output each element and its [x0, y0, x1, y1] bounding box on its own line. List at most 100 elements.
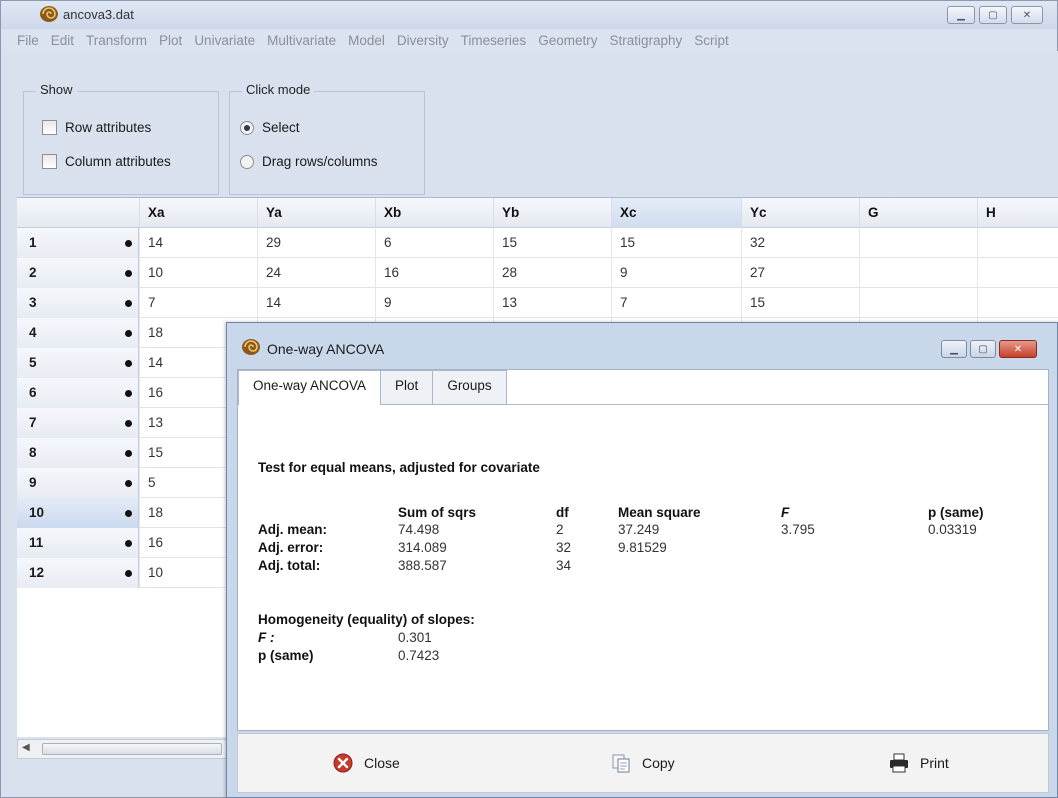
- menu-stratigraphy[interactable]: Stratigraphy: [609, 33, 682, 48]
- select-label: Select: [262, 120, 300, 135]
- table-cell[interactable]: 9: [611, 258, 741, 288]
- column-header-xa[interactable]: Xa: [139, 198, 257, 228]
- scroll-left-icon[interactable]: ◀: [22, 742, 30, 753]
- adj-mean-f: 3.795: [781, 522, 815, 537]
- tab-one-way-ancova[interactable]: One-way ANCOVA: [238, 370, 382, 405]
- dialog-close-x-button[interactable]: ✕: [999, 340, 1037, 358]
- table-cell[interactable]: [859, 228, 977, 258]
- row-marker-dot-icon: [125, 270, 132, 277]
- close-button[interactable]: Close: [332, 752, 400, 774]
- table-cell[interactable]: 15: [493, 228, 611, 258]
- table-cell[interactable]: 27: [741, 258, 859, 288]
- table-cell[interactable]: 9: [375, 288, 493, 318]
- select-mode-option[interactable]: Select: [240, 120, 300, 135]
- table-cell[interactable]: [977, 228, 1058, 258]
- column-header-yb[interactable]: Yb: [493, 198, 611, 228]
- row-header[interactable]: 9: [17, 468, 139, 498]
- column-header-ya[interactable]: Ya: [257, 198, 375, 228]
- table-cell[interactable]: 29: [257, 228, 375, 258]
- row-header[interactable]: 7: [17, 408, 139, 438]
- table-cell[interactable]: 28: [493, 258, 611, 288]
- row-number: 10: [29, 505, 45, 520]
- column-header-h[interactable]: H: [977, 198, 1058, 228]
- tab-plot[interactable]: Plot: [380, 370, 434, 404]
- dialog-footer: Close Copy Print: [237, 733, 1049, 793]
- column-attributes-checkbox[interactable]: [42, 154, 57, 169]
- table-cell[interactable]: 15: [611, 228, 741, 258]
- row-header[interactable]: 3: [17, 288, 139, 318]
- row-header[interactable]: 12: [17, 558, 139, 588]
- dialog-minimize-button[interactable]: ▁: [941, 340, 967, 358]
- table-cell[interactable]: 14: [257, 288, 375, 318]
- table-cell[interactable]: 24: [257, 258, 375, 288]
- copy-button[interactable]: Copy: [610, 752, 675, 774]
- column-header-xc[interactable]: Xc: [611, 198, 741, 228]
- row-header[interactable]: 8: [17, 438, 139, 468]
- table-cell[interactable]: 7: [611, 288, 741, 318]
- horizontal-scrollbar[interactable]: ◀: [17, 739, 227, 759]
- row-marker-dot-icon: [125, 300, 132, 307]
- menu-model[interactable]: Model: [348, 33, 385, 48]
- scrollbar-thumb[interactable]: [42, 743, 222, 755]
- row-label-adj-error: Adj. error:: [258, 540, 324, 555]
- row-header[interactable]: 5: [17, 348, 139, 378]
- table-cell[interactable]: 16: [375, 258, 493, 288]
- column-attributes-option[interactable]: Column attributes: [42, 154, 171, 169]
- menu-file[interactable]: File: [17, 33, 39, 48]
- tab-groups[interactable]: Groups: [432, 370, 507, 404]
- menu-edit[interactable]: Edit: [51, 33, 74, 48]
- minimize-button[interactable]: ▁: [947, 6, 975, 24]
- menu-multivariate[interactable]: Multivariate: [267, 33, 336, 48]
- row-header[interactable]: 11: [17, 528, 139, 558]
- dialog-maximize-button[interactable]: ▢: [970, 340, 996, 358]
- row-attributes-checkbox[interactable]: [42, 120, 57, 135]
- row-header[interactable]: 10: [17, 498, 139, 528]
- row-header[interactable]: 4: [17, 318, 139, 348]
- table-cell[interactable]: [977, 288, 1058, 318]
- menu-diversity[interactable]: Diversity: [397, 33, 449, 48]
- close-window-button[interactable]: ✕: [1011, 6, 1043, 24]
- menu-bar: File Edit Transform Plot Univariate Mult…: [1, 29, 1057, 51]
- row-marker-dot-icon: [125, 420, 132, 427]
- menu-univariate[interactable]: Univariate: [194, 33, 255, 48]
- menu-geometry[interactable]: Geometry: [538, 33, 597, 48]
- table-cell[interactable]: 14: [139, 228, 257, 258]
- maximize-button[interactable]: ▢: [979, 6, 1007, 24]
- table-cell[interactable]: 6: [375, 228, 493, 258]
- homogeneity-p-label: p (same): [258, 648, 314, 663]
- table-cell[interactable]: 10: [139, 258, 257, 288]
- menu-plot[interactable]: Plot: [159, 33, 182, 48]
- print-button[interactable]: Print: [888, 752, 949, 774]
- drag-radio[interactable]: [240, 154, 254, 169]
- table-row: 1 14 29 6 15 15 32: [17, 228, 1058, 258]
- adj-mean-p: 0.03319: [928, 522, 977, 537]
- table-cell[interactable]: [859, 288, 977, 318]
- menu-transform[interactable]: Transform: [86, 33, 147, 48]
- column-header-xb[interactable]: Xb: [375, 198, 493, 228]
- row-number: 4: [29, 325, 37, 340]
- column-header-g[interactable]: G: [859, 198, 977, 228]
- table-cell[interactable]: 15: [741, 288, 859, 318]
- select-radio[interactable]: [240, 120, 254, 135]
- row-header[interactable]: 2: [17, 258, 139, 288]
- table-cell[interactable]: 13: [493, 288, 611, 318]
- corner-cell[interactable]: [17, 198, 139, 228]
- table-cell[interactable]: [977, 258, 1058, 288]
- table-cell[interactable]: [859, 258, 977, 288]
- row-label-adj-total: Adj. total:: [258, 558, 321, 573]
- table-cell[interactable]: 32: [741, 228, 859, 258]
- row-marker-dot-icon: [125, 480, 132, 487]
- grid-header: Xa Ya Xb Yb Xc Yc G H: [17, 198, 1058, 228]
- row-marker-dot-icon: [125, 450, 132, 457]
- row-attributes-option[interactable]: Row attributes: [42, 120, 151, 135]
- printer-icon: [890, 753, 908, 773]
- drag-mode-option[interactable]: Drag rows/columns: [240, 154, 378, 169]
- row-header[interactable]: 6: [17, 378, 139, 408]
- menu-script[interactable]: Script: [694, 33, 729, 48]
- row-marker-dot-icon: [125, 510, 132, 517]
- homogeneity-f-label: F :: [258, 630, 275, 645]
- table-cell[interactable]: 7: [139, 288, 257, 318]
- menu-timeseries[interactable]: Timeseries: [461, 33, 527, 48]
- column-header-yc[interactable]: Yc: [741, 198, 859, 228]
- row-header[interactable]: 1: [17, 228, 139, 258]
